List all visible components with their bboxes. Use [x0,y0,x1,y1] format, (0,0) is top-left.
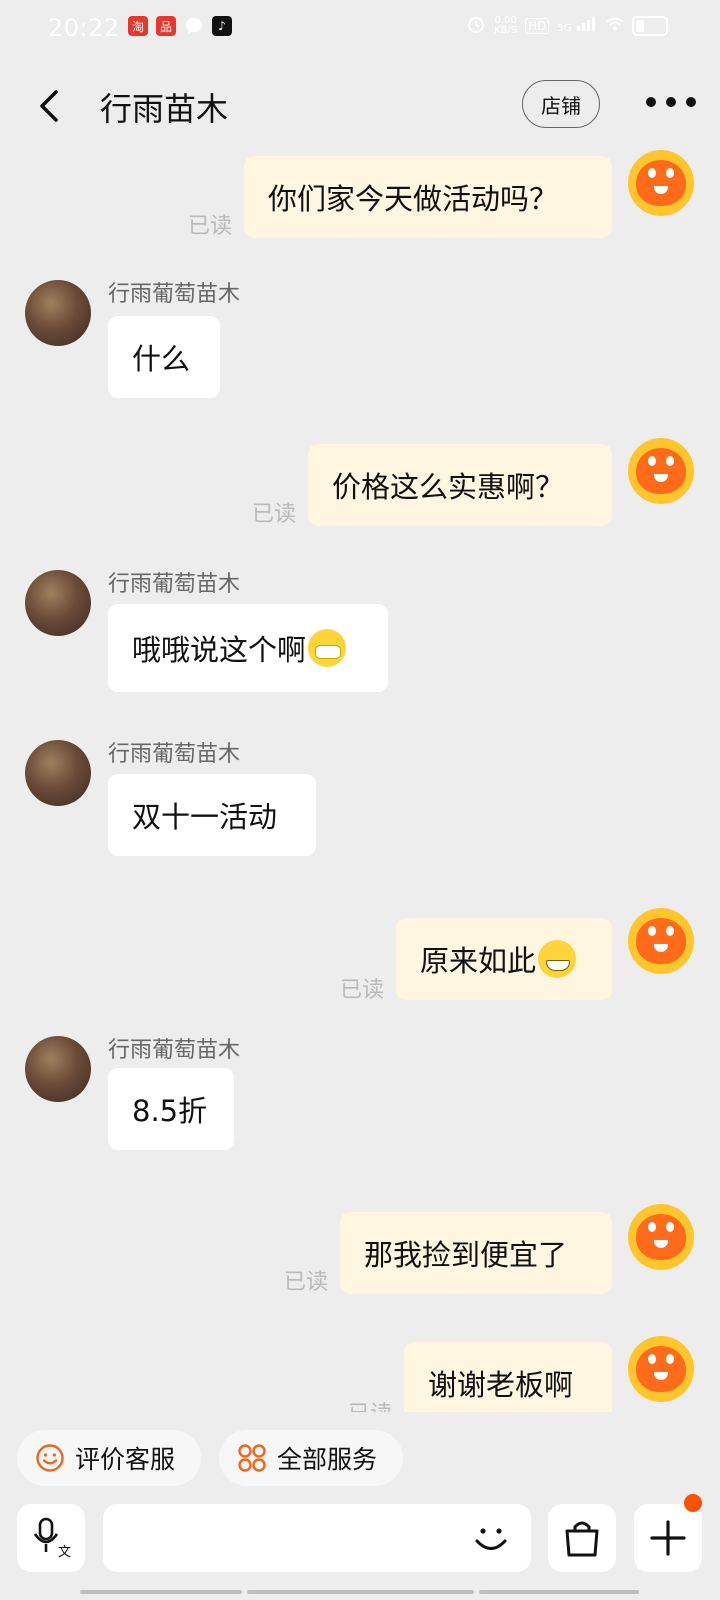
svg-text:文: 文 [58,1545,71,1560]
nav-indicator [479,1590,639,1594]
net-speed: 0.00 KB/S [494,16,517,36]
sender-name: 行雨葡萄苗木 [108,282,241,307]
message-bubble-mine[interactable]: 价格这么实惠啊？ [308,444,612,526]
read-status: 已读 [348,1396,392,1412]
sender-name: 行雨葡萄苗木 [108,572,241,597]
my-avatar[interactable] [628,908,694,974]
chat-messages[interactable]: 你们家今天做活动吗？ 已读 行雨葡萄苗木 什么 价格这么实惠啊？ 已读 行雨葡萄… [0,146,720,1412]
emoji-button[interactable] [466,1510,516,1566]
plus-icon [650,1520,686,1556]
message-input-bar: 文 [0,1494,720,1580]
read-status: 已读 [340,978,385,1003]
seller-avatar[interactable] [25,1036,91,1102]
alarm-icon [466,14,486,38]
nav-indicator [80,1590,242,1594]
status-indicators: 0.00 KB/S HD 5G [466,14,668,38]
message-bubble-seller[interactable]: 双十一活动 [108,774,316,856]
message-app-icon [184,16,204,36]
rate-service-button[interactable]: 评价客服 [17,1430,201,1486]
tiktok-app-icon: ♪ [212,16,232,36]
seller-avatar[interactable] [25,570,91,636]
more-actions-button[interactable] [634,1504,702,1572]
my-avatar[interactable] [628,150,694,216]
message-bubble-mine[interactable]: 原来如此 [396,918,612,1000]
my-avatar[interactable] [628,438,694,504]
all-services-button[interactable]: 全部服务 [219,1430,403,1486]
signal-icon: 5G [557,17,598,35]
quick-actions-bar: 评价客服 全部服务 [0,1418,720,1488]
more-options-button[interactable] [646,94,696,110]
sender-name: 行雨葡萄苗木 [108,742,241,767]
rate-service-label: 评价客服 [75,1445,176,1474]
message-bubble-seller[interactable]: 哦哦说这个啊 [108,604,388,692]
net-speed-unit: KB/S [494,25,518,36]
read-status: 已读 [252,502,297,527]
status-time: 20:22 [48,14,120,42]
nav-indicator [247,1590,474,1594]
hd-badge: HD [525,18,550,34]
more-dot-icon [666,97,676,107]
chevron-left-icon [40,90,58,122]
message-text: 哦哦说这个啊 [132,633,307,667]
status-app-icons: 淘 品 ♪ [128,16,232,36]
wifi-icon [606,17,624,35]
shop-app-icon: 品 [156,16,176,36]
my-avatar[interactable] [628,1204,694,1270]
smile-face-icon [36,1444,64,1472]
signal-label: 5G [557,23,572,34]
taobao-app-icon: 淘 [128,16,148,36]
status-bar: 20:22 淘 品 ♪ 0.00 KB/S HD 5G [0,0,720,58]
message-bubble-mine[interactable]: 那我捡到便宜了 [340,1212,612,1294]
more-dot-icon [686,97,696,107]
microphone-translate-icon: 文 [33,1517,71,1560]
read-status: 已读 [284,1270,329,1295]
message-bubble-mine[interactable]: 你们家今天做活动吗？ [244,156,612,238]
product-button[interactable] [548,1504,616,1572]
all-services-label: 全部服务 [277,1445,378,1474]
shop-button[interactable]: 店铺 [522,80,600,128]
message-bubble-seller[interactable]: 什么 [108,316,220,398]
grid-services-icon [238,1444,266,1472]
more-dot-icon [646,97,656,107]
page-title: 行雨苗木 [100,90,229,128]
message-bubble-mine[interactable]: 谢谢老板啊 [404,1342,612,1412]
smile-icon [475,1528,507,1550]
grinning-face-emoji-icon [538,940,577,978]
seller-avatar[interactable] [25,280,91,346]
voice-input-button[interactable]: 文 [17,1504,85,1572]
message-text: 原来如此 [420,944,537,978]
message-bubble-seller[interactable]: 8.5折 [108,1068,234,1150]
back-button[interactable] [30,86,70,126]
my-avatar[interactable] [628,1336,694,1402]
notification-dot [684,1494,702,1512]
chat-header: 行雨苗木 店铺 [0,66,720,146]
sender-name: 行雨葡萄苗木 [108,1038,241,1063]
shopping-bag-icon [565,1521,599,1557]
sneezing-face-emoji-icon [308,629,347,667]
read-status: 已读 [188,214,233,239]
seller-avatar[interactable] [25,740,91,806]
battery-icon [632,16,668,36]
